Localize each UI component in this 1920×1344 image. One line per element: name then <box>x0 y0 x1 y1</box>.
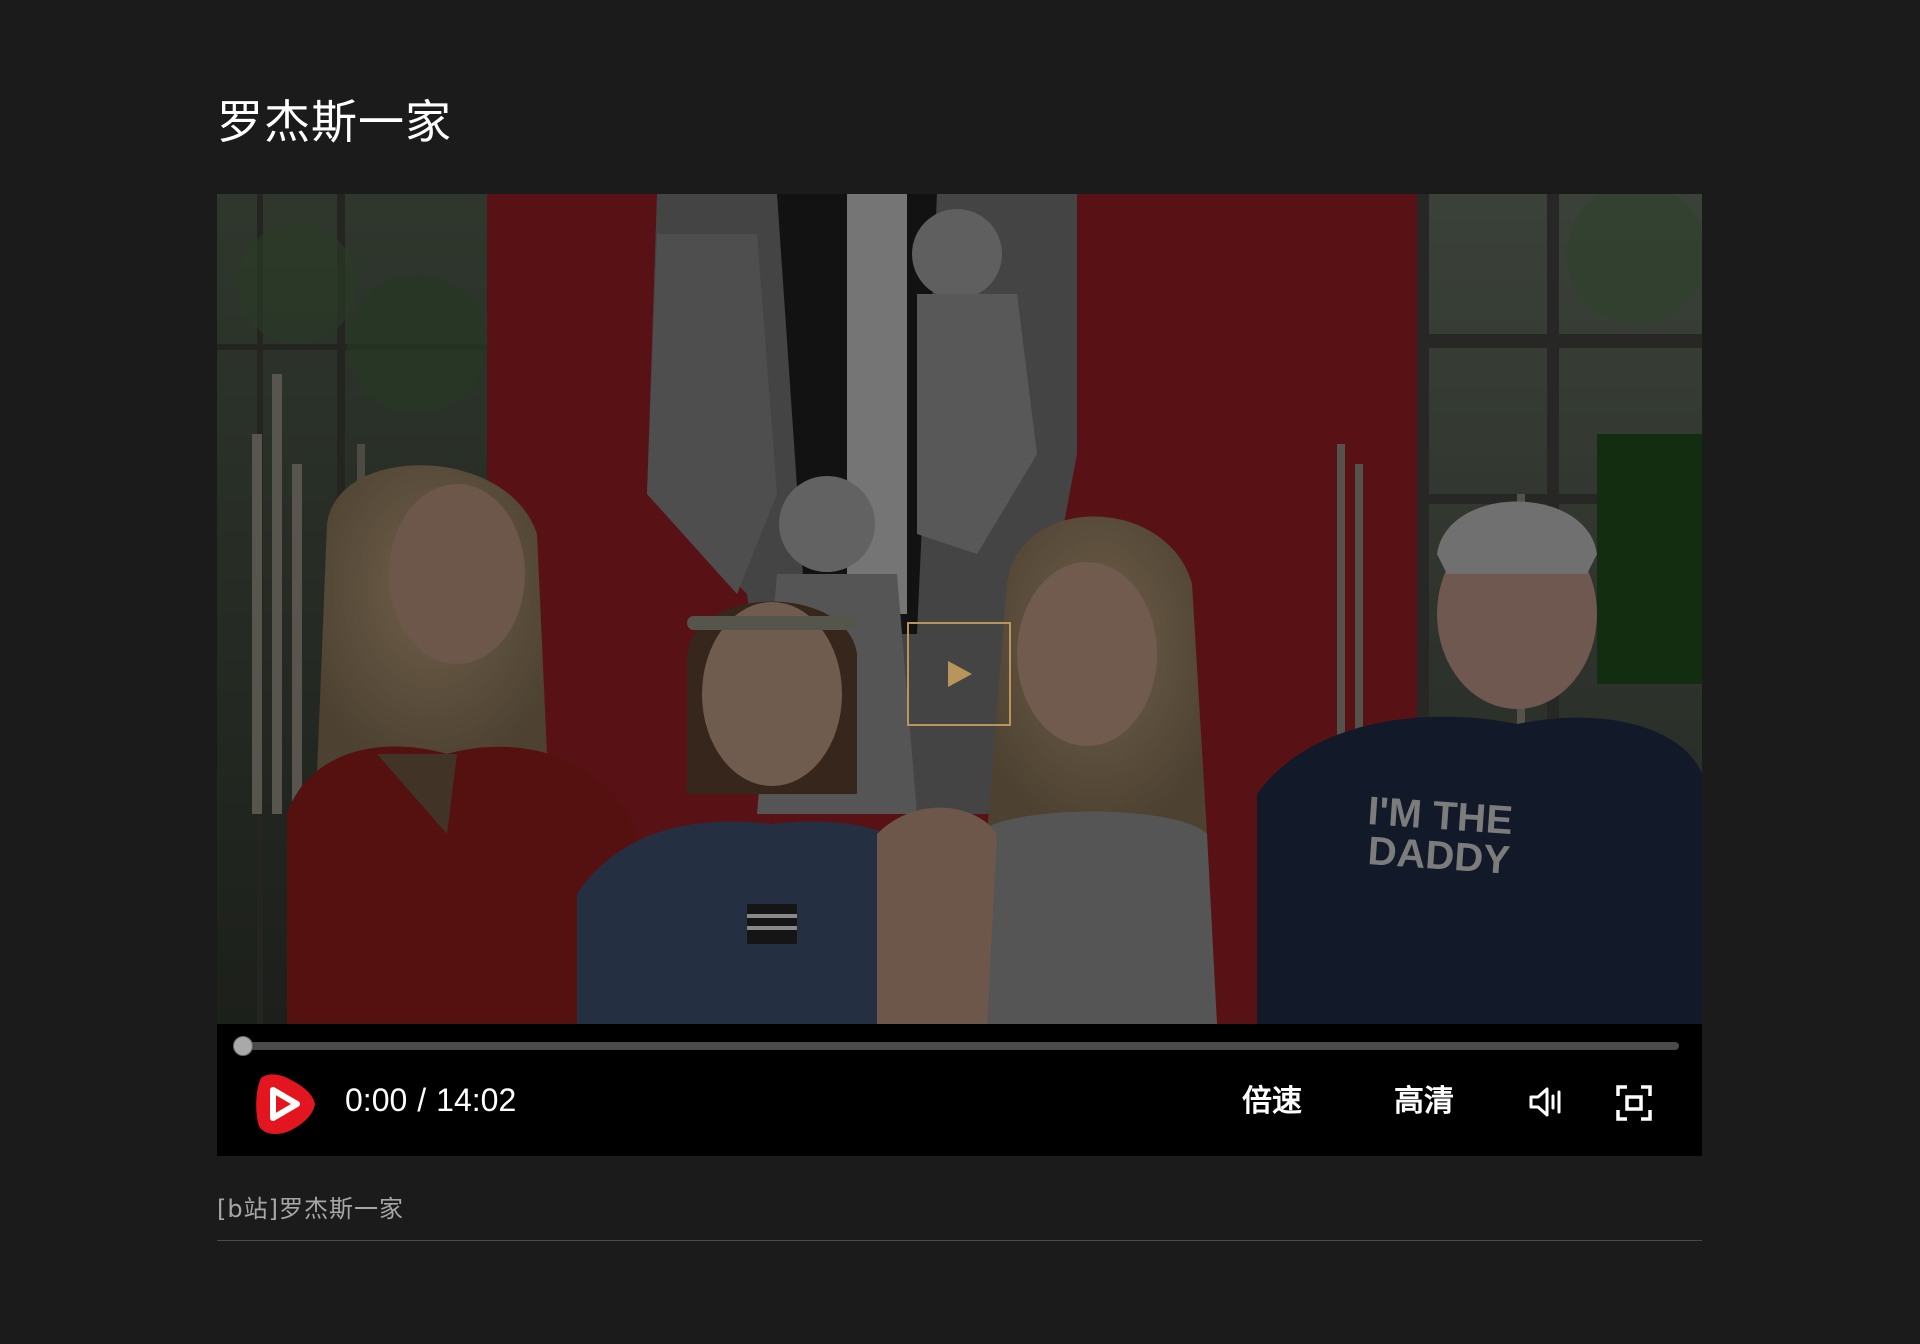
big-play-button[interactable] <box>907 622 1011 726</box>
fullscreen-button[interactable] <box>1615 1084 1653 1122</box>
fullscreen-icon <box>1616 1085 1652 1121</box>
play-button[interactable] <box>251 1070 319 1138</box>
time-separator: / <box>417 1082 427 1118</box>
video-thumbnail[interactable]: I'M THE DADDY <box>217 194 1702 1024</box>
page: 罗杰斯一家 I'M THE DADDY 0:00 / 14:02 倍速 高清 [… <box>0 0 1920 1344</box>
duration: 14:02 <box>436 1082 517 1118</box>
volume-button[interactable] <box>1527 1084 1563 1120</box>
current-time: 0:00 <box>345 1082 408 1118</box>
progress-handle[interactable] <box>233 1036 253 1056</box>
video-thumbnail-image: I'M THE DADDY <box>217 194 1702 1024</box>
volume-icon <box>1529 1087 1561 1117</box>
play-icon <box>948 661 972 687</box>
video-caption: [b站]罗杰斯一家 <box>217 1195 404 1223</box>
progress-bar[interactable] <box>233 1036 1679 1056</box>
video-player[interactable]: I'M THE DADDY 0:00 / 14:02 倍速 高清 <box>217 194 1702 1156</box>
player-controls: 0:00 / 14:02 倍速 高清 <box>217 1024 1702 1156</box>
speed-button[interactable]: 倍速 <box>1242 1080 1302 1124</box>
divider <box>217 1240 1702 1241</box>
bilibili-play-logo-icon <box>256 1074 315 1134</box>
time-display: 0:00 / 14:02 <box>345 1080 516 1120</box>
page-title: 罗杰斯一家 <box>217 95 452 149</box>
quality-button[interactable]: 高清 <box>1394 1080 1454 1124</box>
